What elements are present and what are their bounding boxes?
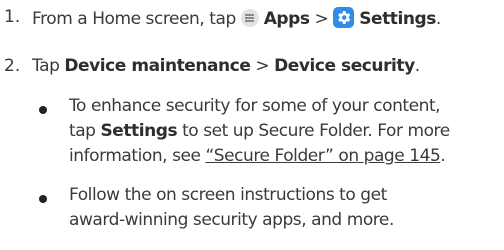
device-maintenance-label: Device maintenance: [64, 56, 251, 76]
bullet-icon: [39, 106, 47, 114]
bullet-2-line-2: award-winning security apps, and more.: [69, 210, 394, 230]
step-2-prefix: Tap: [32, 56, 65, 76]
bullet-1-line-2: tap Settings to set up Secure Folder. Fo…: [69, 121, 450, 141]
bullet-1-line-3-suffix: .: [440, 146, 446, 166]
step-1-suffix: .: [435, 9, 441, 29]
bullet-1-line-1: To enhance security for some of your con…: [69, 96, 441, 116]
secure-folder-link[interactable]: “Secure Folder” on page 145: [205, 146, 440, 166]
bullet-1-line-3: information, see “Secure Folder” on page…: [69, 146, 446, 166]
step-2-suffix: .: [414, 56, 420, 76]
step-1-separator: >: [309, 9, 334, 29]
settings-label: Settings: [359, 9, 436, 29]
bullet-1-line-2-suffix: to set up Secure Folder. For more: [177, 121, 450, 141]
step-1-number: 1.: [4, 7, 21, 27]
device-security-label: Device security: [274, 56, 415, 76]
settings-gear-icon: [333, 7, 355, 28]
step-2-number: 2.: [4, 56, 21, 76]
settings-inline-label: Settings: [100, 121, 178, 141]
bullet-icon: [39, 195, 47, 203]
apps-label: Apps: [263, 9, 310, 29]
step-1-text: From a Home screen, tap Apps > Settings.: [32, 7, 441, 29]
step-2-text: Tap Device maintenance > Device security…: [32, 56, 420, 76]
step-1-prefix: From a Home screen, tap: [32, 9, 241, 29]
bullet-2-line-1: Follow the on screen instructions to get: [69, 185, 387, 205]
apps-grid-icon: [240, 9, 259, 27]
bullet-1-line-2-prefix: tap: [69, 121, 101, 141]
step-2-separator: >: [250, 56, 275, 76]
bullet-1-line-3-prefix: information, see: [69, 146, 206, 166]
